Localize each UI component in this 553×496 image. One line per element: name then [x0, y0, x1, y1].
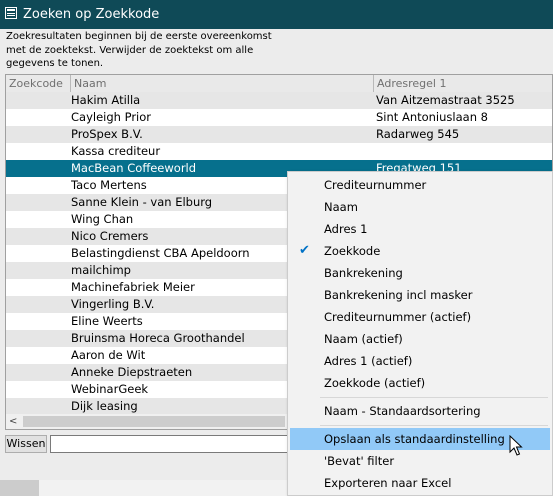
- zoekcode-cell: [6, 92, 69, 109]
- menu-item-label: Adres 1 (actief): [324, 354, 413, 368]
- menu-item[interactable]: ✔ Zoekkode: [290, 240, 550, 262]
- table-row[interactable]: Hakim Atilla Van Aitzemastraat 3525: [6, 92, 552, 109]
- column-header-zoekcode[interactable]: Zoekcode: [6, 75, 71, 92]
- menu-item[interactable]: Adres 1: [290, 218, 550, 240]
- zoekcode-cell: [6, 194, 69, 211]
- scroll-left-icon[interactable]: <: [9, 414, 17, 429]
- adres-cell: [376, 143, 552, 160]
- menu-item[interactable]: Exporteren naar Excel: [290, 472, 550, 494]
- grid-header: Zoekcode Naam Adresregel 1: [6, 75, 552, 93]
- menu-separator: [320, 425, 548, 426]
- menu-separator: [320, 397, 548, 398]
- zoekcode-cell: [6, 160, 69, 177]
- menu-item-label: Crediteurnummer: [324, 178, 427, 192]
- menu-item-label: Zoekkode: [324, 244, 381, 258]
- adres-cell: Radarweg 545: [376, 127, 460, 141]
- menu-item[interactable]: Bankrekening incl masker: [290, 284, 550, 306]
- menu-item-label: Exporteren naar Excel: [324, 476, 452, 490]
- zoekcode-cell: [6, 211, 69, 228]
- menu-item-label: 'Bevat' filter: [324, 454, 395, 468]
- menu-item[interactable]: Naam (actief): [290, 328, 550, 350]
- naam-cell: Kassa crediteur: [71, 144, 161, 158]
- menu-item-label: Crediteurnummer (actief): [324, 310, 472, 324]
- menu-item[interactable]: Bankrekening: [290, 262, 550, 284]
- menu-item[interactable]: Crediteurnummer: [290, 174, 550, 196]
- naam-cell: ProSpex B.V.: [71, 127, 143, 141]
- zoekcode-cell: [6, 330, 69, 347]
- zoekcode-cell: [6, 228, 69, 245]
- zoekcode-cell: [6, 126, 69, 143]
- zoekcode-cell: [6, 177, 69, 194]
- zoekcode-cell: [6, 398, 69, 415]
- menu-item-label: Opslaan als standaardinstelling: [324, 432, 505, 446]
- mouse-cursor-icon: [509, 435, 523, 456]
- zoekcode-cell: [6, 313, 69, 330]
- table-row[interactable]: Kassa crediteur: [6, 143, 552, 160]
- column-header-adresregel[interactable]: Adresregel 1: [374, 75, 552, 92]
- table-row[interactable]: ProSpex B.V. Radarweg 545: [6, 126, 552, 143]
- table-row[interactable]: Cayleigh Prior Sint Antoniuslaan 8: [6, 109, 552, 126]
- menu-item-label: Bankrekening: [324, 266, 403, 280]
- menu-item[interactable]: Naam - Standaardsortering: [290, 400, 550, 422]
- menu-item[interactable]: Naam: [290, 196, 550, 218]
- app-window-icon: [5, 7, 17, 19]
- clear-button[interactable]: Wissen: [5, 435, 47, 453]
- zoekcode-cell: [6, 143, 69, 160]
- menu-item-label: Zoekkode (actief): [324, 376, 426, 390]
- naam-cell: Cayleigh Prior: [71, 110, 152, 124]
- checkmark-icon: ✔: [299, 243, 310, 258]
- zoekcode-cell: [6, 381, 69, 398]
- scrollbar-thumb[interactable]: [23, 416, 285, 427]
- window-title: Zoeken op Zoekkode: [23, 7, 160, 22]
- menu-item-label: Bankrekening incl masker: [324, 288, 473, 302]
- zoekcode-cell: [6, 364, 69, 381]
- search-input[interactable]: [50, 435, 300, 453]
- column-header-naam[interactable]: Naam: [71, 75, 374, 92]
- adres-cell: Sint Antoniuslaan 8: [376, 110, 488, 124]
- menu-item-label: Adres 1: [324, 222, 368, 236]
- title-bar: Zoeken op Zoekkode: [0, 0, 553, 29]
- zoekcode-cell: [6, 109, 69, 126]
- zoekcode-cell: [6, 296, 69, 313]
- naam-cell: Hakim Atilla: [71, 93, 141, 107]
- zoekcode-cell: [6, 279, 69, 296]
- menu-item-label: Naam (actief): [324, 332, 403, 346]
- menu-item[interactable]: Adres 1 (actief): [290, 350, 550, 372]
- menu-item[interactable]: Crediteurnummer (actief): [290, 306, 550, 328]
- zoekcode-cell: [6, 245, 69, 262]
- zoekcode-cell: [6, 262, 69, 279]
- zoekcode-cell: [6, 347, 69, 364]
- menu-item-label: Naam: [324, 200, 358, 214]
- status-panel: [0, 480, 39, 496]
- adres-cell: Van Aitzemastraat 3525: [376, 93, 515, 107]
- info-text: Zoekresultaten beginnen bij de eerste ov…: [6, 31, 272, 69]
- menu-item[interactable]: Zoekkode (actief): [290, 372, 550, 394]
- menu-item-label: Naam - Standaardsortering: [324, 404, 481, 418]
